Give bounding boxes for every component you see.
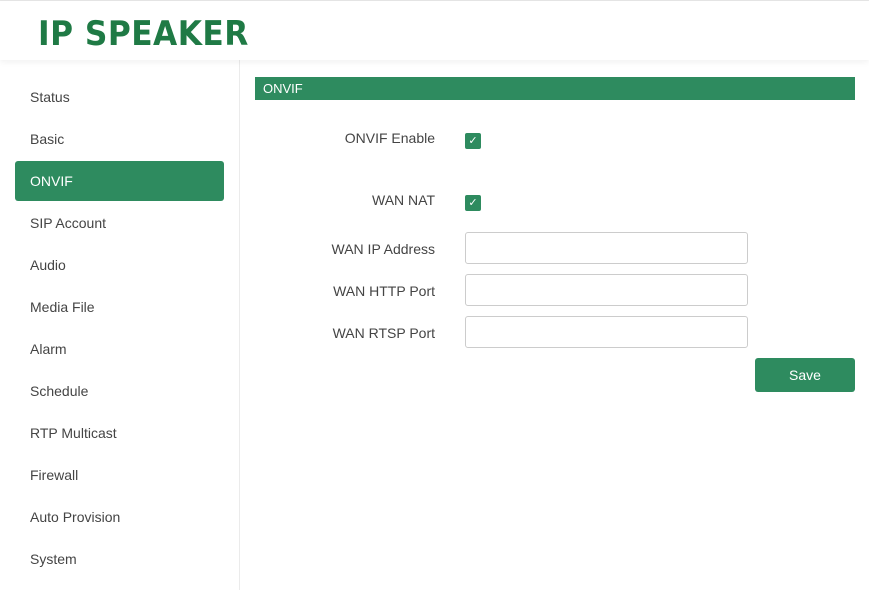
check-icon: ✓: [468, 196, 478, 209]
wan-rtsp-port-label: WAN RTSP Port: [332, 325, 435, 341]
save-button[interactable]: Save: [755, 358, 855, 392]
header: IP SPEAKER: [0, 1, 869, 60]
sidebar-item-label: Media File: [30, 299, 95, 315]
sidebar-item-audio[interactable]: Audio: [15, 245, 224, 285]
section-header: ONVIF: [255, 77, 855, 100]
sidebar-item-basic[interactable]: Basic: [15, 119, 224, 159]
sidebar-item-alarm[interactable]: Alarm: [15, 329, 224, 369]
sidebar-item-label: RTP Multicast: [30, 425, 117, 441]
sidebar-item-system[interactable]: System: [15, 539, 224, 579]
wan-rtsp-port-input[interactable]: [465, 316, 748, 348]
sidebar-item-label: Schedule: [30, 383, 89, 399]
sidebar-item-label: Audio: [30, 257, 66, 273]
wan-ip-address-label: WAN IP Address: [331, 241, 435, 257]
section-title: ONVIF: [263, 81, 303, 96]
sidebar-item-label: ONVIF: [30, 173, 73, 189]
sidebar-item-label: Auto Provision: [30, 509, 121, 525]
wan-http-port-label: WAN HTTP Port: [333, 283, 435, 299]
wan-http-port-input[interactable]: [465, 274, 748, 306]
sidebar: Status Basic ONVIF SIP Account Audio Med…: [0, 60, 240, 590]
check-icon: ✓: [468, 134, 478, 147]
wan-nat-label: WAN NAT: [372, 192, 435, 208]
sidebar-item-auto-provision[interactable]: Auto Provision: [15, 497, 224, 537]
sidebar-item-status[interactable]: Status: [15, 77, 224, 117]
sidebar-item-label: Alarm: [30, 341, 67, 357]
sidebar-item-label: System: [30, 551, 77, 567]
sidebar-item-onvif[interactable]: ONVIF: [15, 161, 224, 201]
onvif-enable-label: ONVIF Enable: [344, 130, 435, 146]
sidebar-item-label: Firewall: [30, 467, 79, 483]
wan-ip-address-input[interactable]: [465, 232, 748, 264]
sidebar-item-label: SIP Account: [30, 215, 107, 231]
sidebar-item-label: Basic: [30, 131, 65, 147]
sidebar-item-firewall[interactable]: Firewall: [15, 455, 224, 495]
sidebar-item-label: Status: [30, 89, 70, 105]
sidebar-item-media-file[interactable]: Media File: [15, 287, 224, 327]
main-content: ONVIF ONVIF Enable ✓ WAN NAT ✓ WAN IP Ad…: [240, 60, 869, 590]
sidebar-item-sip-account[interactable]: SIP Account: [15, 203, 224, 243]
wan-nat-checkbox[interactable]: ✓: [465, 195, 481, 211]
sidebar-item-rtp-multicast[interactable]: RTP Multicast: [15, 413, 224, 453]
onvif-enable-checkbox[interactable]: ✓: [465, 133, 481, 149]
app-logo: IP SPEAKER: [38, 14, 249, 54]
sidebar-item-schedule[interactable]: Schedule: [15, 371, 224, 411]
